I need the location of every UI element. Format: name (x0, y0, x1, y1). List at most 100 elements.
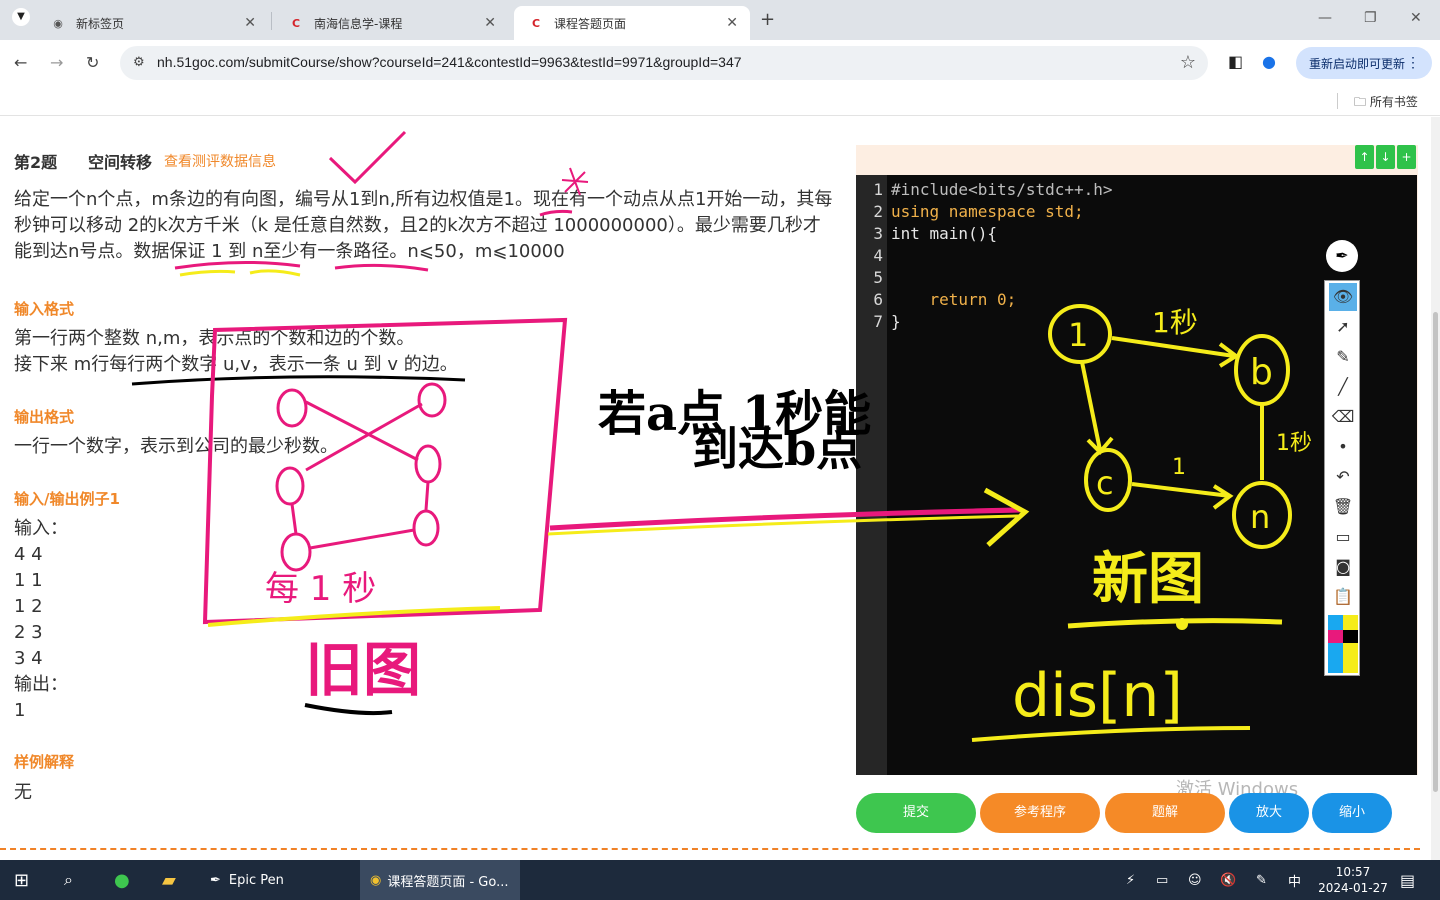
example-input-line: 1 2 (14, 596, 43, 617)
output-format-title: 输出格式 (14, 408, 75, 426)
input-format-line: 第一行两个整数 n,m，表示点的个数和边的个数。 (14, 328, 415, 349)
pen-tray-icon[interactable]: ✎ (1256, 860, 1267, 900)
pen-nib-icon[interactable]: ✒ (1326, 240, 1358, 272)
page-scrollbar[interactable] (1431, 117, 1440, 860)
undo-icon[interactable]: ↶ (1329, 463, 1357, 491)
tab-title: 新标签页 (76, 16, 125, 31)
example-output: 1 (14, 700, 26, 721)
epic-pen-icon: ✒ (210, 872, 221, 888)
bookmark-star-icon[interactable]: ☆ (1180, 52, 1196, 73)
highlighter-icon[interactable]: ✎ (1329, 343, 1357, 371)
eye-icon[interactable]: 👁 (1329, 283, 1357, 311)
example-title: 输入/输出例子1 (14, 490, 120, 508)
bookmarks-bar: 🗀 所有书签 (0, 86, 1440, 116)
add-button[interactable]: + (1397, 145, 1416, 169)
line-number: 7 (873, 312, 883, 331)
restart-label: 重新启动即可更新 (1309, 57, 1406, 71)
search-icon[interactable]: ⌕ (64, 860, 73, 900)
explain-text: 无 (14, 782, 32, 803)
line-number: 6 (873, 290, 883, 309)
display-icon[interactable]: ▭ (1156, 860, 1168, 900)
tab-search-chevron-icon[interactable]: ▼ (12, 8, 30, 26)
browser-tab-bar: ▼ ◉ 新标签页 ✕ C 南海信息学-课程 ✕ C 课程答题页面 ✕ + — ❐… (0, 0, 1440, 40)
dot-size-icon[interactable]: • (1329, 433, 1357, 461)
c-logo-icon: C (291, 16, 301, 30)
folder-icon: 🗀 (1354, 95, 1370, 109)
tab-course[interactable]: C 南海信息学-课程 ✕ (274, 6, 508, 40)
color-palette-icon[interactable] (1328, 615, 1358, 673)
minimize-icon[interactable]: — (1318, 10, 1332, 26)
file-explorer-icon[interactable]: ▰ (162, 860, 176, 900)
example-input-line: 1 1 (14, 570, 43, 591)
site-info-icon[interactable]: ⚙ (133, 55, 145, 70)
code-line: #include<bits/stdc++.h> (891, 180, 1113, 199)
restart-to-update-button[interactable]: 重新启动即可更新 ⋮ (1296, 47, 1432, 79)
code-line: int main(){ (891, 224, 997, 243)
view-data-link[interactable]: 查看测评数据信息 (164, 151, 276, 171)
lightning-icon[interactable]: ⚡ (1126, 860, 1135, 900)
solution-button[interactable]: 题解 (1105, 793, 1225, 833)
new-tab-icon[interactable]: + (760, 9, 775, 30)
chrome-icon: ◉ (53, 16, 63, 30)
taskbar-chrome-window[interactable]: ◉ 课程答题页面 - Go... (360, 860, 520, 900)
camera-icon[interactable]: ◙ (1329, 553, 1357, 581)
color-magenta-swatch[interactable] (1328, 630, 1343, 643)
all-bookmarks-label: 所有书签 (1369, 95, 1418, 109)
url-text[interactable]: nh.51goc.com/submitCourse/show?courseId=… (157, 54, 742, 70)
submit-button[interactable]: 提交 (856, 793, 976, 833)
tab-title: 课程答题页面 (554, 16, 627, 31)
app-green-icon[interactable]: ● (114, 860, 130, 900)
reference-button[interactable]: 参考程序 (980, 793, 1100, 833)
eraser-icon[interactable]: ⌫ (1329, 403, 1357, 431)
close-tab-icon[interactable]: ✕ (726, 15, 738, 31)
example-input-line: 4 4 (14, 544, 43, 565)
scroll-up-button[interactable]: ↑ (1355, 145, 1374, 169)
windows-taskbar: ⊞ ⌕ ● ▰ ✒ Epic Pen ◉ 课程答题页面 - Go... ⚡ ▭ … (0, 860, 1440, 900)
restore-icon[interactable]: ❐ (1364, 10, 1377, 26)
browser-toolbar: ← → ↻ ⚙ nh.51goc.com/submitCourse/show?c… (0, 40, 1440, 86)
side-panel-icon[interactable]: ◧ (1228, 52, 1243, 71)
clock-time: 10:57 (1335, 865, 1371, 879)
forward-icon[interactable]: → (50, 53, 63, 72)
menu-dots-icon[interactable]: ⋮ (1406, 54, 1420, 71)
close-window-icon[interactable]: ✕ (1410, 10, 1422, 26)
explain-title: 样例解释 (14, 753, 75, 771)
profile-icon[interactable]: ● (1262, 52, 1276, 71)
line-number-gutter: 1 2 3 4 5 6 7 (856, 175, 887, 775)
line-number: 3 (873, 224, 883, 243)
notification-icon[interactable]: ▤ (1400, 860, 1415, 900)
color-black-swatch[interactable] (1343, 630, 1358, 643)
back-icon[interactable]: ← (14, 53, 27, 72)
example-output-label: 输出： (14, 674, 68, 695)
code-line: return 0; (891, 290, 1017, 309)
page-content: 第2题 空间转移 查看测评数据信息 给定一个n个点，m条边的有向图，编号从1到n… (0, 117, 1440, 860)
tab-answer-page[interactable]: C 课程答题页面 ✕ (514, 6, 750, 40)
windows-start-icon[interactable]: ⊞ (14, 860, 29, 900)
line-tool-icon[interactable]: ╱ (1329, 373, 1357, 401)
epic-pen-toolbar: ✒ 👁 ➚ ✎ ╱ ⌫ • ↶ 🗑 ▭ ◙ 📋 (1324, 240, 1360, 676)
epic-pen-label: Epic Pen (228, 872, 284, 888)
clipboard-icon[interactable]: 📋 (1329, 583, 1357, 611)
input-format-title: 输入格式 (14, 300, 75, 318)
volume-muted-icon[interactable]: 🔇 (1220, 860, 1236, 900)
zoom-in-button[interactable]: 放大 (1229, 793, 1309, 833)
zoom-out-button[interactable]: 缩小 (1312, 793, 1392, 833)
trash-icon[interactable]: 🗑 (1329, 493, 1357, 521)
cursor-icon[interactable]: ➚ (1329, 313, 1357, 341)
example-input-line: 2 3 (14, 622, 43, 643)
ime-indicator[interactable]: 中 (1288, 860, 1301, 900)
whiteboard-icon[interactable]: ▭ (1329, 523, 1357, 551)
line-number: 5 (873, 268, 883, 287)
close-tab-icon[interactable]: ✕ (484, 15, 496, 31)
example-input-line: 3 4 (14, 648, 43, 669)
reload-icon[interactable]: ↻ (86, 53, 99, 72)
taskbar-epic-pen[interactable]: ✒ Epic Pen (200, 860, 356, 900)
all-bookmarks-button[interactable]: 🗀 所有书签 (1354, 93, 1418, 114)
clock[interactable]: 10:57 2024-01-27 (1316, 860, 1390, 900)
tray-app-icon[interactable]: ☺ (1188, 860, 1202, 900)
close-tab-icon[interactable]: ✕ (244, 15, 256, 31)
tab-new-tab[interactable]: ◉ 新标签页 ✕ (36, 6, 268, 40)
c-logo-icon: C (531, 16, 541, 30)
scroll-down-button[interactable]: ↓ (1376, 145, 1395, 169)
address-bar[interactable]: ⚙ nh.51goc.com/submitCourse/show?courseI… (120, 46, 1208, 80)
